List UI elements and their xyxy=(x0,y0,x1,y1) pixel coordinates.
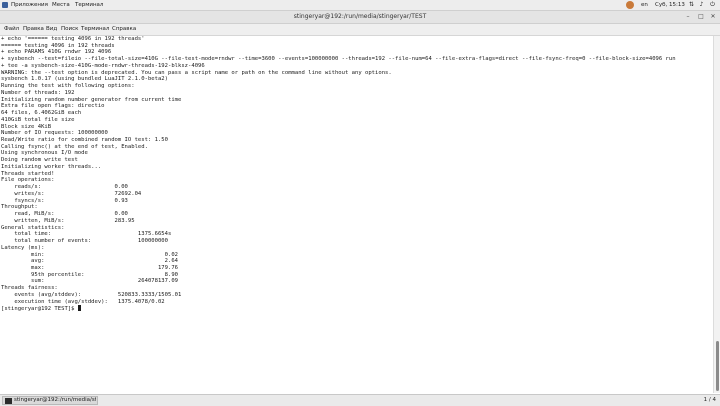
terminal-line: avg: 2.64 xyxy=(1,258,178,265)
menu-help[interactable]: Справка xyxy=(112,26,136,33)
terminal-line: Running the test with following options: xyxy=(1,83,135,90)
terminal-line: 95th percentile: 8.90 xyxy=(1,271,178,278)
taskbar-window-label: stingeryar@192:/run/media/stingery... xyxy=(14,397,96,403)
terminal-scrollbar[interactable] xyxy=(713,36,720,393)
terminal-line: Number of threads: 192 xyxy=(1,89,75,96)
window-title: stingeryar@192:/run/media/stingeryar/TES… xyxy=(293,13,427,20)
menu-terminal-app[interactable]: Терминал xyxy=(81,26,109,33)
terminal-line: Threads fairness: xyxy=(1,285,58,292)
bottom-taskbar: stingeryar@192:/run/media/stingery... 1 … xyxy=(0,394,720,406)
terminal-text: + echo '====== testing 4096 in 192 threa… xyxy=(0,36,713,313)
terminal-line: sum: 264078137.09 xyxy=(1,278,178,285)
menu-view[interactable]: Вид xyxy=(46,26,57,33)
terminal-line: Initializing worker threads... xyxy=(1,163,102,170)
menu-search[interactable]: Поиск xyxy=(61,26,78,33)
terminal-line: Using synchronous I/O mode xyxy=(1,150,88,157)
terminal-line: General statistics: xyxy=(1,224,65,231)
terminal-line: + sysbench --test=fileio --file-total-si… xyxy=(1,56,676,63)
user-avatar-icon[interactable] xyxy=(626,1,634,9)
terminal-line: writes/s: 72692.04 xyxy=(1,190,142,197)
terminal-line: Doing random write test xyxy=(1,157,78,164)
terminal-line: Number of IO requests: 100000000 xyxy=(1,130,108,137)
terminal-line: Throughput: xyxy=(1,204,38,211)
terminal-line: execution time (avg/stddev): 1375.4078/0… xyxy=(1,298,165,305)
menu-file[interactable]: Файл xyxy=(4,26,19,33)
keyboard-language[interactable]: en xyxy=(641,1,648,9)
terminal-line: Block size 4KiB xyxy=(1,123,52,130)
minimize-icon[interactable]: – xyxy=(684,13,692,21)
terminal-line: min: 0.02 xyxy=(1,251,178,258)
terminal-line: [stingeryar@192 TEST]$ xyxy=(1,305,713,313)
terminal-menubar: Файл Правка Вид Поиск Терминал Справка xyxy=(0,24,720,36)
maximize-icon[interactable]: □ xyxy=(697,13,705,21)
terminal-icon xyxy=(5,398,12,404)
terminal-line: total time: 1375.6654s xyxy=(1,231,172,238)
window-titlebar[interactable]: stingeryar@192:/run/media/stingeryar/TES… xyxy=(0,11,720,24)
terminal-line: 64 files, 6.4062GiB each xyxy=(1,110,82,117)
terminal-line: ====== testing 4096 in 192 threads xyxy=(1,42,115,49)
terminal-line: File operations: xyxy=(1,177,55,184)
terminal-line: + echo PARAMS 410G rndwr 192 4096 xyxy=(1,49,112,56)
menu-places[interactable]: Места xyxy=(52,2,70,9)
terminal-line: written, MiB/s: 283.95 xyxy=(1,217,135,224)
terminal-cursor xyxy=(77,305,82,312)
terminal-line: Read/Write ratio for combined random IO … xyxy=(1,137,168,144)
menu-applications[interactable]: Приложения xyxy=(11,2,48,9)
terminal-line: total number of events: 100000000 xyxy=(1,238,168,245)
taskbar-window-button[interactable]: stingeryar@192:/run/media/stingery... xyxy=(2,396,98,405)
terminal-line: + echo '====== testing 4096 in 192 threa… xyxy=(1,36,145,42)
top-panel: Приложения Места Терминал en Суб, 15:13 … xyxy=(0,0,720,11)
menu-terminal[interactable]: Терминал xyxy=(75,2,103,9)
terminal-output[interactable]: + echo '====== testing 4096 in 192 threa… xyxy=(0,36,713,393)
scrollbar-thumb[interactable] xyxy=(716,341,719,391)
menu-edit[interactable]: Правка xyxy=(23,26,44,33)
clock[interactable]: Суб, 15:13 xyxy=(655,1,685,9)
terminal-line: Latency (ms): xyxy=(1,244,45,251)
terminal-line: 410GiB total file size xyxy=(1,116,75,123)
terminal-line: Extra file open flags: directio xyxy=(1,103,105,110)
network-icon[interactable]: ⇅ xyxy=(688,1,695,9)
terminal-line: events (avg/stddev): 520833.3333/1505.01 xyxy=(1,291,182,298)
terminal-line: Calling fsync() at the end of test, Enab… xyxy=(1,143,148,150)
power-icon[interactable]: ⏻ xyxy=(709,1,716,9)
terminal-line: + tee -a sysbench-size-410G-mode-rndwr-t… xyxy=(1,62,205,69)
terminal-line: read, MiB/s: 0.00 xyxy=(1,211,128,218)
terminal-line: Threads started! xyxy=(1,170,55,177)
workspace-switcher[interactable]: 1 / 4 xyxy=(704,397,716,404)
terminal-line: Initializing random number generator fro… xyxy=(1,96,182,103)
terminal-line: sysbench 1.0.17 (using bundled LuaJIT 2.… xyxy=(1,76,168,83)
terminal-line: max: 179.76 xyxy=(1,264,178,271)
terminal-line: WARNING: the --test option is deprecated… xyxy=(1,69,392,76)
applications-icon[interactable] xyxy=(2,2,8,8)
terminal-line: fsyncs/s: 0.93 xyxy=(1,197,128,204)
close-icon[interactable]: ✕ xyxy=(709,13,717,21)
volume-icon[interactable]: ♪ xyxy=(698,1,705,9)
terminal-line: reads/s: 0.00 xyxy=(1,184,128,191)
